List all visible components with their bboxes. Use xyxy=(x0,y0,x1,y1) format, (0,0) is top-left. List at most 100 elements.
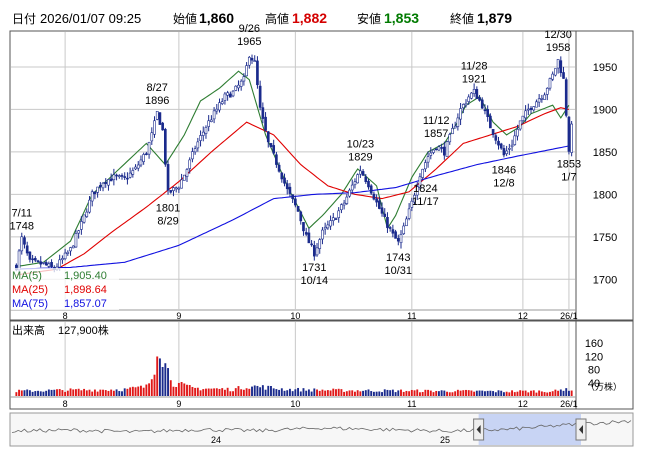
volume-unit: （万株） xyxy=(586,381,622,392)
price-tick-label-1: 1750 xyxy=(593,232,617,244)
volume-bar-57 xyxy=(169,380,172,396)
volume-bar-98 xyxy=(280,388,283,396)
candle-body-11 xyxy=(44,262,48,266)
volume-bar-188 xyxy=(524,390,527,396)
candle-body-58 xyxy=(172,187,175,191)
annotation-12-bottom: 1/7 xyxy=(561,171,576,183)
candle-body-155 xyxy=(434,148,438,151)
candle-body-199 xyxy=(554,68,557,76)
volume-bar-185 xyxy=(516,391,519,396)
candle-body-151 xyxy=(424,162,427,170)
price-tick-label-3: 1850 xyxy=(593,147,617,159)
volume-bar-201 xyxy=(559,389,562,396)
candle-body-21 xyxy=(71,245,75,249)
annotation-9-top: 11/28 xyxy=(461,61,488,73)
volume-bar-141 xyxy=(397,390,400,396)
volume-bar-18 xyxy=(64,391,67,396)
candle-body-20 xyxy=(69,247,72,252)
volume-bar-40 xyxy=(123,388,126,396)
low-label: 安値 xyxy=(357,11,381,26)
volume-bar-113 xyxy=(321,389,324,396)
volume-bar-6 xyxy=(31,391,34,396)
candle-body-89 xyxy=(256,60,259,86)
volume-bar-202 xyxy=(562,390,565,396)
candle-body-54 xyxy=(161,122,164,131)
candle-body-7 xyxy=(33,258,37,261)
volume-bar-106 xyxy=(302,388,305,396)
candle-body-47 xyxy=(142,154,145,162)
candle-body-73 xyxy=(212,110,216,120)
candle-body-195 xyxy=(543,94,546,100)
candle-body-175 xyxy=(489,115,492,129)
candle-body-121 xyxy=(342,202,346,206)
annotation-11-top: 12/30 xyxy=(544,29,572,41)
candle-body-66 xyxy=(193,148,197,153)
candle-body-99 xyxy=(283,177,286,184)
candle-body-40 xyxy=(123,176,127,178)
candle-body-134 xyxy=(377,200,381,209)
candle-body-85 xyxy=(245,65,248,77)
low-value: 1,853 xyxy=(384,10,419,26)
candle-body-192 xyxy=(535,101,538,108)
volume-bar-8 xyxy=(37,390,39,396)
volume-bar-81 xyxy=(234,388,237,396)
navigator-label-0: 24 xyxy=(211,435,221,445)
volume-bar-77 xyxy=(223,389,226,396)
volume-bar-73 xyxy=(213,388,216,396)
volume-bar-45 xyxy=(137,386,140,396)
annotation-7-bottom: 10/31 xyxy=(385,265,413,277)
price-tick-label-2: 1800 xyxy=(593,189,617,201)
volume-bar-48 xyxy=(145,384,148,396)
volume-bar-89 xyxy=(256,385,259,396)
volume-x-tick-3: 11 xyxy=(407,399,416,409)
volume-bar-97 xyxy=(278,389,281,396)
volume-bar-85 xyxy=(245,388,248,396)
candle-body-49 xyxy=(147,142,151,155)
candle-body-28 xyxy=(90,191,94,202)
volume-bar-152 xyxy=(427,389,430,396)
candle-body-189 xyxy=(526,108,530,111)
volume-bar-16 xyxy=(58,389,61,396)
candle-body-201 xyxy=(559,60,563,74)
volume-bar-37 xyxy=(115,389,118,396)
candle-body-90 xyxy=(258,85,262,108)
candle-body-36 xyxy=(112,174,116,181)
candle-body-196 xyxy=(545,88,549,95)
volume-bar-149 xyxy=(419,392,421,396)
candle-body-170 xyxy=(475,89,479,99)
volume-bar-122 xyxy=(345,391,348,396)
candle-body-63 xyxy=(185,169,189,177)
price-tick-label-5: 1950 xyxy=(593,62,617,74)
candle-body-33 xyxy=(104,181,108,184)
navigator-label-1: 25 xyxy=(440,435,450,445)
stock-chart-widget: 日付 2026/01/07 09:25 始値 1,860 高値 1,882 安値… xyxy=(0,0,653,470)
candle-body-98 xyxy=(280,172,284,180)
candle-body-178 xyxy=(497,140,500,146)
candle-body-176 xyxy=(491,129,495,135)
volume-label: 出来高 xyxy=(12,323,45,337)
candle-body-53 xyxy=(158,112,162,125)
volume-bar-100 xyxy=(286,390,289,396)
volume-bar-174 xyxy=(486,390,489,396)
candle-body-97 xyxy=(277,164,281,172)
volume-bar-191 xyxy=(532,390,535,396)
volume-bar-197 xyxy=(549,391,551,396)
candle-body-32 xyxy=(101,182,105,189)
candle-body-181 xyxy=(505,150,508,154)
volume-bar-198 xyxy=(551,391,554,396)
volume-bar-93 xyxy=(267,385,270,396)
candle-body-45 xyxy=(136,164,140,169)
volume-bar-88 xyxy=(253,385,256,396)
volume-bar-146 xyxy=(410,389,413,396)
close-value: 1,879 xyxy=(477,10,512,26)
volume-bar-108 xyxy=(307,389,310,396)
candle-body-92 xyxy=(264,116,267,131)
volume-bar-181 xyxy=(505,391,508,396)
candle-body-68 xyxy=(199,135,202,141)
volume-bar-21 xyxy=(72,389,75,396)
candle-body-39 xyxy=(120,175,124,177)
volume-bar-50 xyxy=(150,379,153,396)
candle-body-96 xyxy=(275,154,278,165)
price-x-tick-1: 9 xyxy=(176,311,181,321)
candle-body-182 xyxy=(508,148,511,150)
